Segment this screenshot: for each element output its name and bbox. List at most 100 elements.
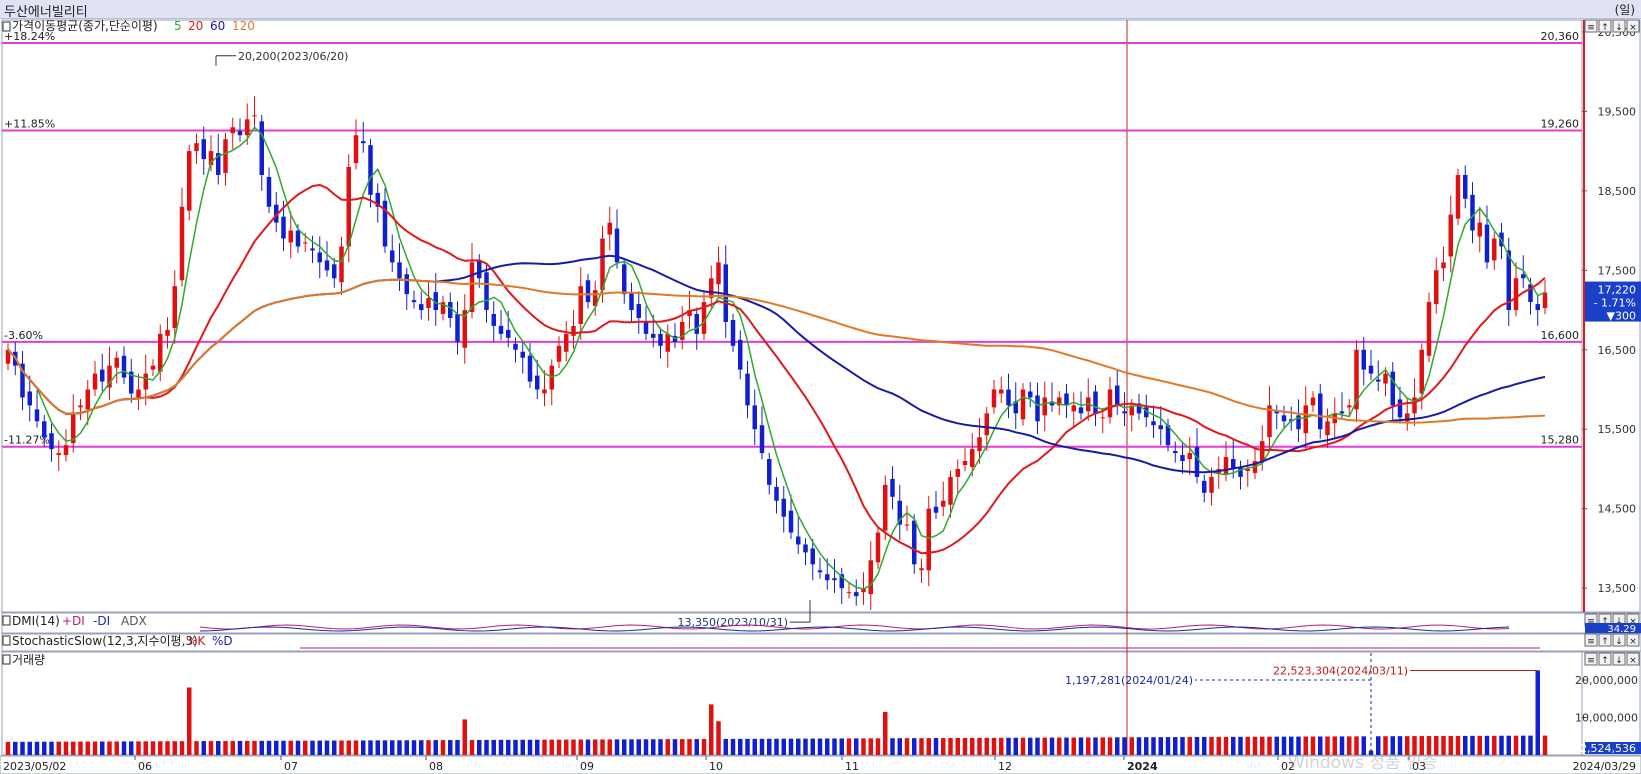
candle-body (767, 459, 772, 485)
volume-bar (1064, 737, 1069, 755)
panel-button-glyph[interactable]: ↑ (1601, 23, 1609, 33)
candle-body (868, 560, 873, 595)
volume-bar (904, 738, 910, 755)
volume-bar (477, 739, 482, 755)
volume-bar (1100, 737, 1105, 755)
candle-body (875, 532, 881, 563)
panel-button-glyph[interactable]: ↓ (1615, 23, 1623, 33)
volume-bar (303, 740, 308, 755)
candle-body (1078, 407, 1084, 414)
volume-bar (346, 740, 351, 755)
candle-body (1303, 405, 1308, 434)
volume-bar (107, 741, 112, 755)
high-annotation: 20,200(2023/06/20) (238, 50, 348, 63)
candle-body (455, 314, 460, 342)
volume-bar (368, 740, 373, 755)
candle-body (259, 121, 264, 175)
volume-bar (252, 740, 257, 755)
windows-watermark: Windows 정품 인증 (1288, 753, 1437, 773)
x-axis-label: 12 (998, 760, 1012, 773)
volume-bar (411, 740, 417, 755)
panel-button-glyph[interactable]: ↑ (1601, 637, 1609, 647)
volume-bar (629, 739, 634, 755)
volume-bar (223, 740, 228, 755)
candle-body (912, 520, 917, 565)
candle-body (346, 167, 351, 247)
candle-body (187, 151, 192, 211)
candle-body (1151, 421, 1156, 426)
candle-body (1455, 174, 1461, 219)
volume-bar (1260, 736, 1265, 755)
dmi-value: 34.29 (1607, 624, 1636, 635)
candle-body (100, 369, 105, 382)
volume-bar (832, 738, 837, 755)
panel-button-glyph[interactable]: ↓ (1615, 637, 1623, 647)
price-level-right-label: 15,280 (1541, 434, 1580, 447)
panel-button-glyph[interactable]: ≡ (1587, 637, 1595, 647)
candle-body (984, 413, 989, 436)
volume-bar (150, 741, 156, 755)
candle-body (665, 333, 670, 352)
volume-bar (767, 738, 772, 755)
panel-button-glyph[interactable]: × (1629, 23, 1637, 33)
volume-bar (991, 737, 997, 755)
volume-bar (527, 739, 533, 755)
candle-body (136, 389, 141, 398)
y-tick-label: 19,500 (1598, 105, 1637, 118)
candle-body (1064, 393, 1069, 406)
panel-button-glyph[interactable]: ≡ (1587, 23, 1595, 33)
candle-body (332, 264, 337, 279)
candle-body (1020, 389, 1026, 420)
period-unit[interactable]: (일) (1615, 1, 1635, 18)
volume-bar (535, 739, 540, 755)
candle-body (948, 476, 953, 505)
x-axis-label: 08 (429, 760, 443, 773)
volume-bar (1020, 737, 1026, 755)
volume-axis-frame (1581, 651, 1641, 756)
volume-bar (1194, 737, 1200, 755)
volume-bar (716, 721, 721, 755)
candle-body (1419, 349, 1424, 394)
current-change: ▼300 (1607, 310, 1636, 323)
volume-bar (571, 739, 576, 755)
candle-body (1202, 480, 1207, 493)
panel-button-glyph[interactable]: ↓ (1615, 656, 1623, 666)
x-axis-label: 2024 (1127, 760, 1158, 773)
panel-button-glyph[interactable]: × (1629, 637, 1637, 647)
volume-bar (462, 719, 467, 755)
volume-bar (1173, 737, 1178, 755)
volume-bar (556, 739, 562, 755)
candle-body (484, 272, 489, 311)
volume-bar (846, 738, 852, 755)
panel-button-glyph[interactable]: × (1629, 656, 1637, 666)
candle-body (1187, 453, 1192, 460)
volume-bar (1535, 670, 1540, 755)
candle-body (201, 139, 206, 160)
volume-bar (1122, 737, 1127, 755)
volume-bar (861, 738, 866, 755)
candle-body (1173, 451, 1178, 454)
volume-bar (332, 740, 337, 755)
candle-body (1115, 385, 1120, 406)
volume-bar (266, 740, 272, 755)
candle-body (1042, 397, 1047, 416)
candle-body (324, 260, 330, 271)
panel-button-glyph[interactable]: ≡ (1587, 656, 1595, 666)
candle-body (419, 304, 424, 311)
current-change-pct: - 1.71% (1594, 297, 1636, 310)
dmi-minus-label: -DI (93, 614, 110, 628)
volume-bar (85, 741, 90, 755)
ma-legend-120: 120 (232, 19, 255, 33)
volume-bar (868, 738, 873, 755)
volume-bar (172, 741, 177, 755)
price-level-right-label: 19,260 (1541, 117, 1580, 130)
candle-body (1071, 405, 1076, 412)
x-axis-label: 09 (580, 760, 594, 773)
stock-chart[interactable]: 20,50019,50018,50017,50016,50015,50014,5… (0, 18, 1641, 774)
volume-bar (1506, 735, 1511, 755)
volume-bar (941, 738, 946, 755)
panel-button-glyph[interactable]: ↑ (1601, 656, 1609, 666)
y-tick-label: 17,500 (1598, 264, 1637, 277)
candle-body (390, 250, 395, 263)
volume-bar (426, 740, 431, 755)
